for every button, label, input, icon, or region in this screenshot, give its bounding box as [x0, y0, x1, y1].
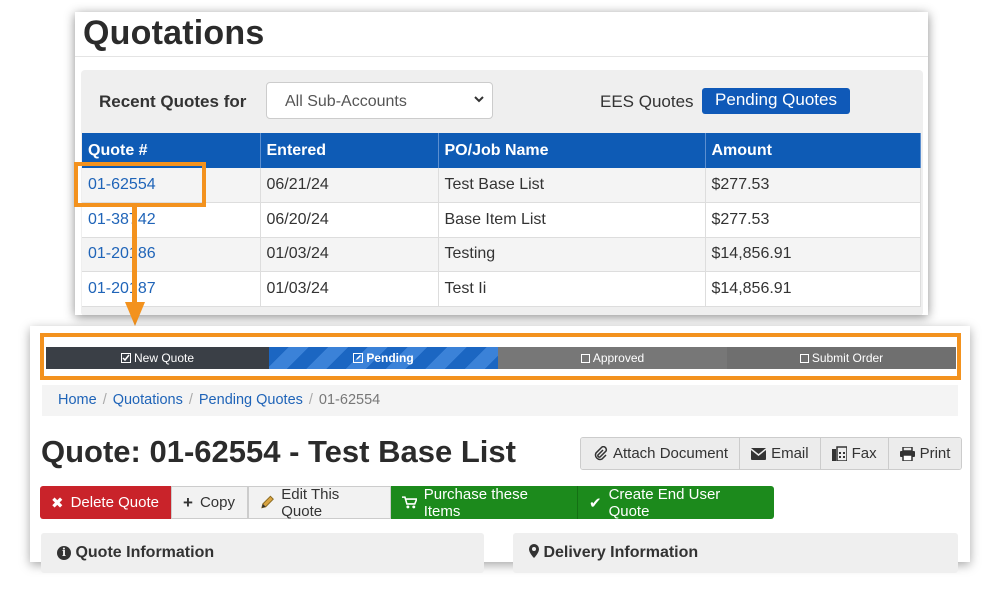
quotes-table: Quote # Entered PO/Job Name Amount 01-62… — [82, 133, 921, 307]
delivery-information-header: Delivery Information — [513, 533, 958, 573]
table-row: 01-20187 01/03/24 Test Ii $14,856.91 — [82, 271, 921, 307]
step-new-quote[interactable]: New Quote — [46, 347, 269, 369]
step-label: New Quote — [133, 351, 195, 365]
arrow-down-icon — [125, 302, 145, 326]
step-pending[interactable]: Pending — [269, 347, 498, 369]
fax-icon — [831, 446, 847, 461]
copy-button[interactable]: + Copy — [171, 486, 248, 519]
table-cell: Test Ii — [438, 271, 706, 307]
delivery-information-label: Delivery Information — [543, 544, 699, 561]
table-cell: $14,856.91 — [705, 237, 921, 272]
map-marker-icon — [529, 544, 539, 558]
close-icon: ✖ — [51, 494, 64, 512]
attach-document-button[interactable]: Attach Document — [581, 438, 741, 469]
breadcrumb-home[interactable]: Home — [58, 392, 97, 408]
quote-actions: ✖ Delete Quote + Copy Edit This Quote Pu… — [40, 486, 774, 519]
step-approved[interactable]: Approved — [498, 347, 727, 369]
arrow-line — [132, 206, 137, 306]
table-row: 01-38742 06/20/24 Base Item List $277.53 — [82, 202, 921, 238]
step-label: Pending — [366, 351, 414, 365]
checkbox-empty-icon — [580, 353, 590, 363]
table-cell: 06/20/24 — [260, 202, 439, 238]
email-button[interactable]: Email — [740, 438, 821, 469]
attach-document-label: Attach Document — [613, 445, 729, 462]
quote-information-header: i Quote Information — [41, 533, 484, 573]
table-header-row: Quote # Entered PO/Job Name Amount — [82, 133, 921, 168]
fax-label: Fax — [851, 445, 877, 462]
subaccount-select[interactable]: All Sub-Accounts — [266, 82, 493, 119]
quote-title: Quote: 01-62554 - Test Base List — [41, 434, 516, 469]
checkbox-checked-icon — [120, 353, 131, 363]
subaccount-select-value: All Sub-Accounts — [285, 93, 407, 110]
tab-pending-quotes[interactable]: Pending Quotes — [702, 88, 850, 114]
edit-quote-button[interactable]: Edit This Quote — [248, 486, 391, 519]
step-submit-order[interactable]: Submit Order — [727, 347, 956, 369]
cart-icon — [402, 496, 417, 509]
copy-label: Copy — [199, 494, 235, 511]
recent-quotes-label: Recent Quotes for — [99, 92, 247, 111]
info-icon: i — [57, 546, 71, 560]
quote-number-link[interactable]: 01-20187 — [82, 271, 261, 307]
breadcrumb-pending-quotes[interactable]: Pending Quotes — [199, 392, 303, 408]
highlight-callout — [74, 162, 206, 207]
table-cell: 01/03/24 — [260, 237, 439, 272]
breadcrumb-current: 01-62554 — [318, 392, 381, 408]
check-icon: ✔ — [589, 494, 602, 512]
table-cell: $277.53 — [705, 168, 921, 203]
delete-quote-button[interactable]: ✖ Delete Quote — [40, 486, 171, 519]
paperclip-icon — [594, 445, 608, 460]
table-cell: 01/03/24 — [260, 271, 439, 307]
column-header[interactable]: Amount — [705, 133, 921, 168]
table-cell: $14,856.91 — [705, 271, 921, 307]
tab-ees-quotes[interactable]: EES Quotes — [600, 92, 694, 112]
progress-steps: New Quote Pending Approved Submit Order — [46, 347, 956, 369]
breadcrumb: Home / Quotations / Pending Quotes/01-62554 — [42, 385, 958, 416]
fax-button[interactable]: Fax — [820, 438, 889, 469]
chevron-down-icon — [474, 96, 484, 103]
step-label: Approved — [592, 351, 645, 365]
page-title: Quotations — [83, 14, 265, 52]
table-row: 01-62554 06/21/24 Test Base List $277.53 — [82, 168, 921, 203]
table-cell: Base Item List — [438, 202, 706, 238]
quote-information-label: Quote Information — [75, 544, 215, 561]
pencil-icon — [261, 495, 274, 509]
table-cell: Testing — [438, 237, 706, 272]
edit-icon — [353, 353, 364, 363]
purchase-items-label: Purchase these Items — [423, 486, 528, 519]
checkbox-empty-icon — [799, 353, 809, 363]
document-toolbar: Attach Document Email Fax Print — [580, 437, 963, 470]
envelope-icon — [751, 447, 767, 460]
print-button[interactable]: Print — [888, 438, 962, 469]
column-header[interactable]: PO/Job Name — [438, 133, 706, 168]
create-end-user-quote-button[interactable]: ✔ Create End User Quote — [578, 486, 774, 519]
table-cell: 06/21/24 — [260, 168, 439, 203]
print-label: Print — [919, 445, 951, 462]
quote-number-link[interactable]: 01-20186 — [82, 237, 261, 272]
table-row: 01-20186 01/03/24 Testing $14,856.91 — [82, 237, 921, 272]
email-label: Email — [771, 445, 809, 462]
quote-number-link[interactable]: 01-38742 — [82, 202, 261, 238]
printer-icon — [899, 446, 915, 461]
divider — [75, 56, 928, 57]
edit-quote-label: Edit This Quote — [281, 486, 340, 519]
create-end-user-quote-label: Create End User Quote — [608, 486, 721, 519]
breadcrumb-quotations[interactable]: Quotations — [113, 392, 183, 408]
table-cell: $277.53 — [705, 202, 921, 238]
step-label: Submit Order — [811, 351, 884, 365]
plus-icon: + — [183, 492, 193, 512]
column-header[interactable]: Entered — [260, 133, 439, 168]
purchase-items-button[interactable]: Purchase these Items — [391, 486, 578, 519]
table-cell: Test Base List — [438, 168, 706, 203]
delete-quote-label: Delete Quote — [70, 494, 159, 511]
